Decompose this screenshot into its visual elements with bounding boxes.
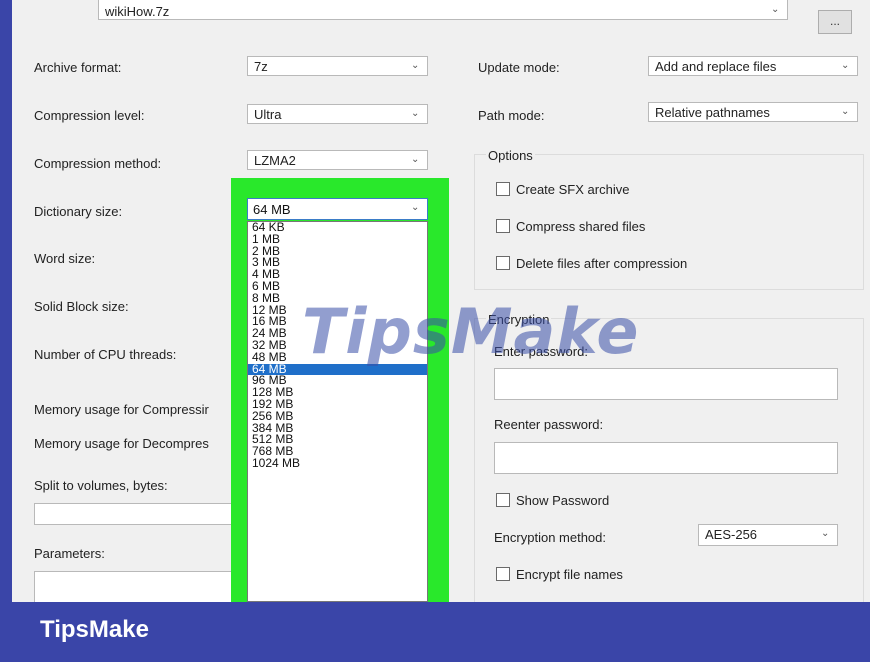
update-mode-label: Update mode: xyxy=(478,60,560,75)
dictionary-size-select[interactable]: 64 MB ⌄ xyxy=(247,198,428,220)
options-title: Options xyxy=(486,148,535,163)
chevron-down-icon[interactable]: ⌄ xyxy=(771,5,781,15)
chevron-down-icon: ⌄ xyxy=(411,60,420,71)
compression-level-select[interactable]: Ultra ⌄ xyxy=(247,104,428,124)
brand-logo: TipsMake xyxy=(40,616,149,643)
path-mode-label: Path mode: xyxy=(478,108,545,123)
show-password-label[interactable]: Show Password xyxy=(516,493,609,508)
word-size-label: Word size: xyxy=(34,251,96,266)
watermark: TipsMake xyxy=(302,295,640,368)
chevron-down-icon: ⌄ xyxy=(411,108,420,119)
cpu-threads-label: Number of CPU threads: xyxy=(34,347,177,362)
memory-compress-label: Memory usage for Compressir xyxy=(34,402,209,417)
update-mode-select[interactable]: Add and replace files ⌄ xyxy=(648,56,858,76)
app-root: wikiHow.7z ⌄ ... Archive format: Compres… xyxy=(0,0,870,662)
create-sfx-checkbox[interactable] xyxy=(496,182,510,196)
compression-method-value: LZMA2 xyxy=(254,153,296,168)
dictionary-size-value: 64 MB xyxy=(253,202,291,217)
parameters-label: Parameters: xyxy=(34,546,105,561)
chevron-down-icon: ⌄ xyxy=(411,154,420,165)
delete-after-checkbox[interactable] xyxy=(496,256,510,270)
delete-after-label[interactable]: Delete files after compression xyxy=(516,256,687,271)
path-mode-value: Relative pathnames xyxy=(655,105,770,120)
compress-shared-checkbox[interactable] xyxy=(496,219,510,233)
compression-method-label: Compression method: xyxy=(34,156,162,171)
add-to-archive-dialog: wikiHow.7z ⌄ ... Archive format: Compres… xyxy=(12,0,870,602)
archive-format-select[interactable]: 7z ⌄ xyxy=(247,56,428,76)
reenter-password-label: Reenter password: xyxy=(494,417,604,432)
encrypt-names-checkbox[interactable] xyxy=(496,567,510,581)
compression-level-label: Compression level: xyxy=(34,108,145,123)
footer-bar: TipsMake xyxy=(0,602,870,662)
browse-button[interactable]: ... xyxy=(818,10,852,34)
encryption-method-label: Encryption method: xyxy=(494,530,607,545)
show-password-checkbox[interactable] xyxy=(496,493,510,507)
chevron-down-icon: ⌄ xyxy=(841,60,850,71)
compress-shared-label[interactable]: Compress shared files xyxy=(516,219,645,234)
archive-format-label: Archive format: xyxy=(34,60,122,75)
update-mode-value: Add and replace files xyxy=(655,59,777,74)
dictionary-size-list: 64 KB 1 MB 2 MB 3 MB 4 MB 6 MB 8 MB 12 MB 16 MB 2… xyxy=(247,221,428,602)
split-volumes-input[interactable] xyxy=(34,503,244,525)
parameters-input[interactable] xyxy=(34,571,244,602)
encrypt-names-label[interactable]: Encrypt file names xyxy=(516,567,623,582)
password-input[interactable] xyxy=(494,368,838,400)
archive-name-value: wikiHow.7z xyxy=(105,4,170,19)
create-sfx-label[interactable]: Create SFX archive xyxy=(516,182,629,197)
chevron-down-icon: ⌄ xyxy=(821,528,830,539)
encryption-method-select[interactable]: AES-256 ⌄ xyxy=(698,524,838,546)
encryption-method-value: AES-256 xyxy=(705,527,758,542)
chevron-down-icon: ⌄ xyxy=(411,202,420,213)
compression-level-value: Ultra xyxy=(254,107,282,122)
reenter-password-input[interactable] xyxy=(494,442,838,474)
archive-format-value: 7z xyxy=(254,59,268,74)
memory-decompress-label: Memory usage for Decompres xyxy=(34,436,209,451)
dictionary-option[interactable]: 1024 MB xyxy=(248,457,427,470)
archive-name-combo[interactable]: wikiHow.7z ⌄ xyxy=(98,0,788,20)
dictionary-size-label: Dictionary size: xyxy=(34,204,123,219)
compression-method-select[interactable]: LZMA2 ⌄ xyxy=(247,150,428,170)
split-volumes-label: Split to volumes, bytes: xyxy=(34,478,168,493)
chevron-down-icon: ⌄ xyxy=(841,106,850,117)
path-mode-select[interactable]: Relative pathnames ⌄ xyxy=(648,102,858,122)
solid-block-size-label: Solid Block size: xyxy=(34,299,129,314)
